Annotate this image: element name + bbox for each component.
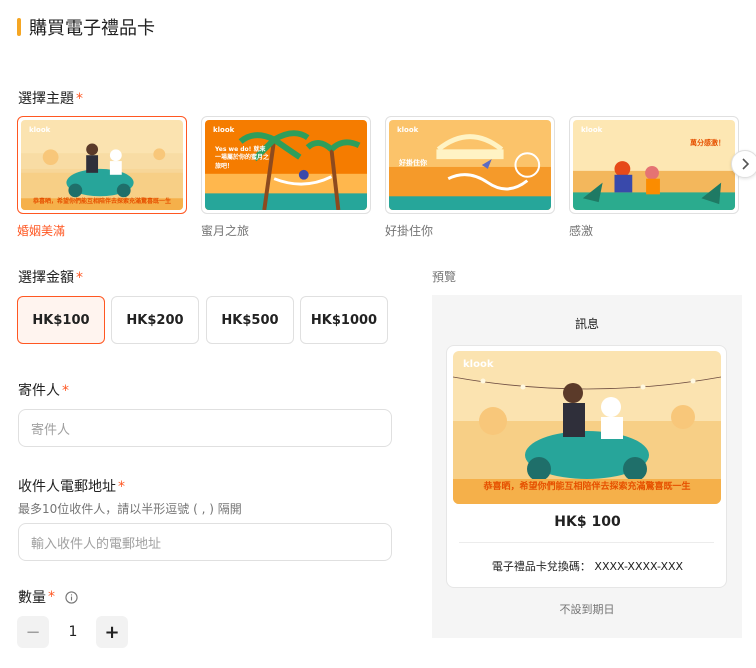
recipient-placeholder: 輸入收件人的電郵地址 xyxy=(31,536,162,552)
theme-option-wedding[interactable]: klook 恭喜晒，希望你們能互相陪伴去探索充滿驚喜既一生 婚姻美滿 xyxy=(17,116,187,239)
quantity-increment-button[interactable]: + xyxy=(96,616,128,648)
amount-option-100[interactable]: HK$100 xyxy=(17,296,105,344)
expiry-note: 不設到期日 xyxy=(559,603,615,616)
amount-option-500[interactable]: HK$500 xyxy=(206,296,294,344)
theme-image-gratitude: klook 萬分感激！ xyxy=(573,120,735,210)
klook-logo: klook xyxy=(463,359,494,370)
preview-label: 預覽 xyxy=(432,270,457,284)
klook-logo: klook xyxy=(213,126,235,134)
redeem-code: 電子禮品卡兌換碼： XXXX-XXXX-XXX xyxy=(491,560,684,573)
page-title-row: 購買電子禮品卡 xyxy=(17,16,155,39)
plus-icon: + xyxy=(104,621,120,643)
theme-caption: 萬分感激！ xyxy=(690,139,725,147)
sender-label-text: 寄件人 xyxy=(18,383,60,399)
sender-input[interactable]: 寄件人 xyxy=(18,409,392,447)
quantity-value: 1 xyxy=(68,624,78,640)
required-mark: * xyxy=(76,270,83,286)
amount-option-1000[interactable]: HK$1000 xyxy=(300,296,388,344)
preview-message-label: 訊息 xyxy=(574,317,599,331)
preview-card-image: klook 恭喜晒，希望你們能互相陪伴去探索充滿驚喜既一生 xyxy=(453,351,721,504)
theme-carousel: klook 恭喜晒，希望你們能互相陪伴去探索充滿驚喜既一生 婚姻美滿 klook… xyxy=(17,116,756,239)
recipient-hint: 最多10位收件人，請以半形逗號 ( , ) 隔開 xyxy=(18,502,242,516)
amount-section-label: 選擇金額 * xyxy=(18,267,83,287)
theme-card[interactable]: klook 萬分感激！ xyxy=(569,116,739,214)
preview-divider xyxy=(459,542,714,543)
required-mark: * xyxy=(48,589,55,605)
required-mark: * xyxy=(118,479,125,495)
preview-panel: 訊息 klook 恭喜晒，希望你們能互相陪伴去探索充滿驚喜既一生 HK$ 100… xyxy=(432,295,742,638)
quantity-decrement-button[interactable]: − xyxy=(17,616,49,648)
theme-option-gratitude[interactable]: klook 萬分感激！ 感激 xyxy=(569,116,739,239)
theme-section-label: 選擇主題 * xyxy=(18,88,83,108)
preview-gift-card: klook 恭喜晒，希望你們能互相陪伴去探索充滿驚喜既一生 HK$ 100 電子… xyxy=(446,345,727,588)
theme-label-text: 選擇主題 xyxy=(18,91,74,107)
theme-option-miss-you[interactable]: klook 好掛住你 好掛住你 xyxy=(385,116,555,239)
chevron-right-icon xyxy=(742,158,750,170)
required-mark: * xyxy=(62,383,69,399)
minus-icon: − xyxy=(25,621,41,643)
amount-label-text: 選擇金額 xyxy=(18,270,74,286)
amount-option-200[interactable]: HK$200 xyxy=(111,296,199,344)
theme-image-wedding: klook 恭喜晒，希望你們能互相陪伴去探索充滿驚喜既一生 xyxy=(21,120,183,210)
theme-name: 婚姻美滿 xyxy=(17,224,66,238)
theme-caption: 恭喜晒，希望你們能互相陪伴去探索充滿驚喜既一生 xyxy=(32,198,171,205)
klook-logo: klook xyxy=(581,126,603,134)
theme-card[interactable]: klook Yes we do! 就來一場屬於你的蜜月之旅吧！ xyxy=(201,116,371,214)
theme-image-miss-you: klook 好掛住你 xyxy=(389,120,551,210)
sender-label: 寄件人 * xyxy=(18,380,69,400)
theme-name: 感激 xyxy=(569,224,594,238)
theme-caption: Yes we do! 就來一場屬於你的蜜月之旅吧！ xyxy=(215,146,270,170)
carousel-next-button[interactable] xyxy=(731,150,756,178)
preview-card-caption: 恭喜晒，希望你們能互相陪伴去探索充滿驚喜既一生 xyxy=(483,482,691,492)
quantity-label-text: 數量 xyxy=(18,590,46,606)
title-accent-bar xyxy=(17,18,21,36)
info-icon[interactable] xyxy=(65,590,78,604)
sender-placeholder: 寄件人 xyxy=(31,422,71,438)
theme-name: 蜜月之旅 xyxy=(201,224,250,238)
recipient-label-text: 收件人電郵地址 xyxy=(18,479,116,495)
theme-name: 好掛住你 xyxy=(385,224,434,238)
recipient-email-input[interactable]: 輸入收件人的電郵地址 xyxy=(18,523,392,561)
required-mark: * xyxy=(76,91,83,107)
quantity-label: 數量 * xyxy=(18,587,78,607)
theme-card[interactable]: klook 恭喜晒，希望你們能互相陪伴去探索充滿驚喜既一生 xyxy=(17,116,187,214)
klook-logo: klook xyxy=(29,126,51,134)
recipient-label: 收件人電郵地址 * xyxy=(18,476,125,496)
theme-image-honeymoon: klook Yes we do! 就來一場屬於你的蜜月之旅吧！ xyxy=(205,120,367,210)
klook-logo: klook xyxy=(397,126,419,134)
theme-option-honeymoon[interactable]: klook Yes we do! 就來一場屬於你的蜜月之旅吧！ 蜜月之旅 xyxy=(201,116,371,239)
theme-caption: 好掛住你 xyxy=(399,159,427,167)
page-title: 購買電子禮品卡 xyxy=(29,18,155,39)
preview-amount: HK$ 100 xyxy=(554,514,621,530)
theme-card[interactable]: klook 好掛住你 xyxy=(385,116,555,214)
